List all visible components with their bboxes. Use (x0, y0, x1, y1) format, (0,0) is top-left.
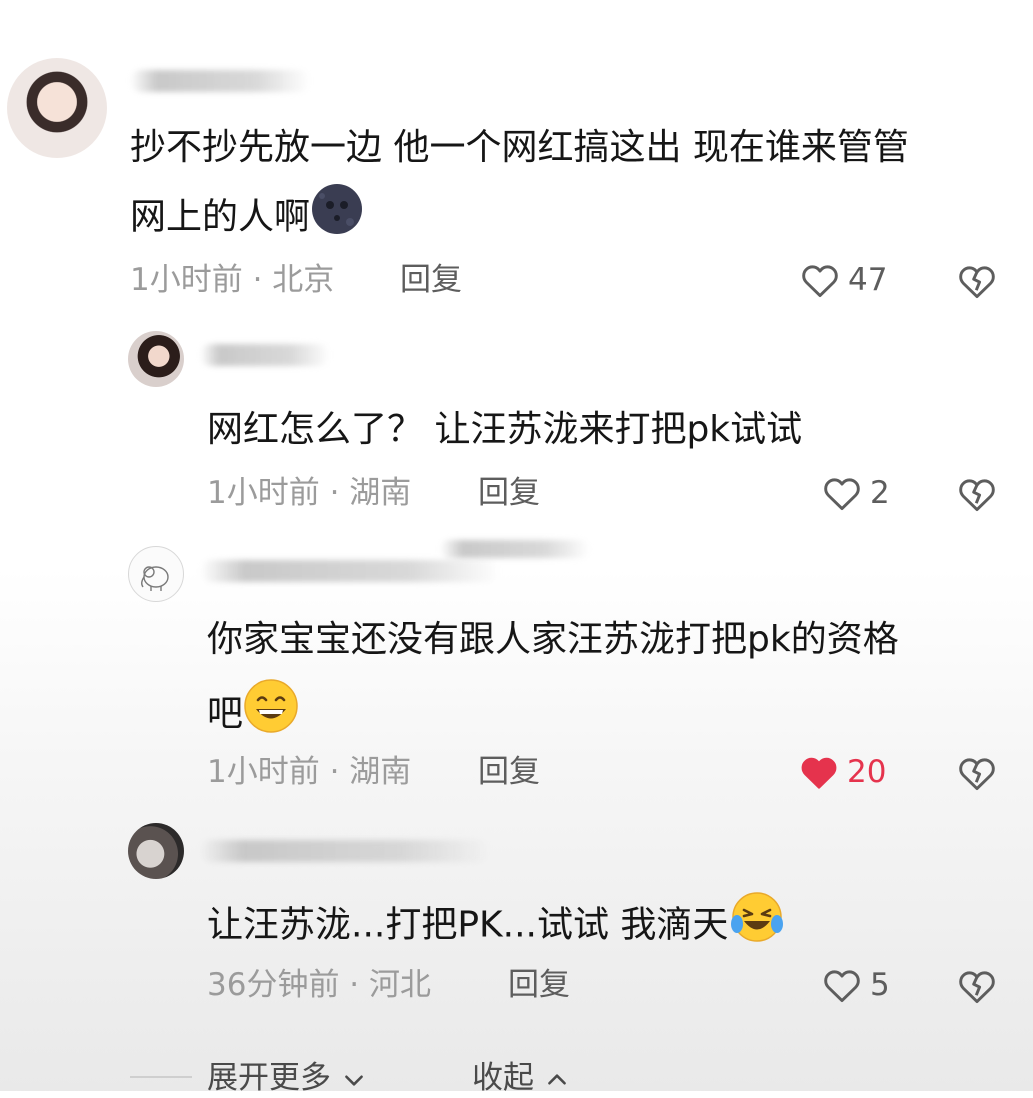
like-count: 47 (848, 262, 888, 298)
elephant-avatar-icon (141, 566, 169, 591)
comment-text: 抄不抄先放一边 他一个网红搞这出 现在谁来管管 (130, 118, 909, 178)
username-blurred[interactable] (200, 840, 490, 862)
avatar[interactable] (7, 58, 107, 158)
reply-button[interactable]: 回复 (478, 752, 540, 792)
avatar[interactable] (128, 823, 184, 879)
username-blurred[interactable] (200, 344, 330, 366)
like-button[interactable]: 5 (820, 963, 890, 1007)
collapse-button[interactable]: 收起 (472, 1058, 570, 1098)
heart-filled-icon (801, 757, 837, 789)
heart-outline-icon (824, 970, 860, 1003)
heart-outline-icon (802, 265, 838, 298)
broken-heart-icon[interactable] (955, 472, 999, 516)
new-moon-face-emoji (310, 182, 364, 255)
divider-line (130, 1076, 192, 1078)
username-blurred[interactable] (130, 70, 310, 92)
comment-text-line: 让汪苏泷...打把PK...试试 我滴天 (207, 904, 729, 946)
broken-heart-icon[interactable] (955, 964, 999, 1008)
comment-text-line: 抄不抄先放一边 他一个网红搞这出 现在谁来管管 (130, 127, 909, 168)
comment-meta: 1小时前 · 湖南 (207, 754, 412, 790)
comment-text: 让汪苏泷...打把PK...试试 我滴天 (207, 888, 786, 965)
badge-blurred (440, 540, 590, 558)
reply-button[interactable]: 回复 (508, 965, 570, 1005)
reply-button[interactable]: 回复 (400, 260, 462, 300)
like-count: 20 (847, 754, 887, 790)
comment-text: 网红怎么了？ 让汪苏泷来打把pk试试 (207, 409, 803, 450)
comment-text: 吧 (207, 678, 299, 753)
tears-of-joy-emoji (728, 888, 786, 965)
comment-text: 你家宝宝还没有跟人家汪苏泷打把pk的资格 (207, 610, 899, 670)
like-button[interactable]: 47 (798, 258, 887, 302)
broken-heart-icon[interactable] (955, 751, 999, 795)
comment-meta: 36分钟前 · 河北 (207, 967, 432, 1003)
like-button[interactable]: 2 (820, 471, 890, 515)
heart-outline-icon (824, 478, 860, 511)
chevron-down-icon (344, 1074, 363, 1086)
comment-meta: 1小时前 · 湖南 (207, 475, 412, 511)
username-blurred[interactable] (200, 560, 500, 582)
comment-text-line: 网上的人啊 (130, 196, 311, 238)
expand-more-button[interactable]: 展开更多 (207, 1058, 367, 1098)
avatar[interactable] (128, 546, 184, 602)
avatar[interactable] (128, 331, 184, 387)
like-count: 2 (870, 475, 890, 511)
comment-text-line: 吧 (207, 693, 244, 735)
chevron-up-icon (547, 1073, 566, 1085)
comment-meta: 1小时前 · 北京 (130, 262, 335, 298)
comment-text: 网上的人啊 (130, 182, 364, 255)
grinning-emoji (243, 678, 299, 753)
comment-text-line: 你家宝宝还没有跟人家汪苏泷打把pk的资格 (207, 619, 899, 660)
like-count: 5 (870, 967, 890, 1003)
reply-button[interactable]: 回复 (478, 473, 540, 513)
like-button[interactable]: 20 (797, 750, 886, 794)
broken-heart-icon[interactable] (955, 259, 999, 303)
